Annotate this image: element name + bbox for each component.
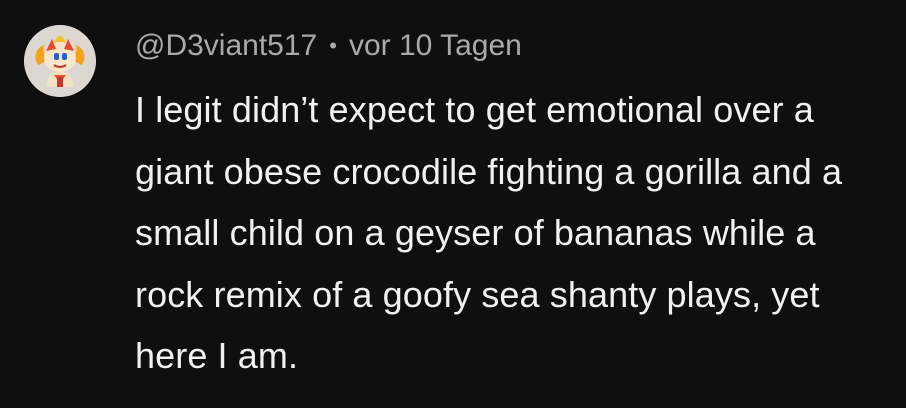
comment-item: @D3viant517 • vor 10 Tagen I legit didn’… xyxy=(0,0,906,408)
author-handle[interactable]: @D3viant517 xyxy=(135,29,317,63)
avatar-character-icon xyxy=(24,25,96,97)
meta-separator: • xyxy=(329,33,337,58)
comment-text: I legit didn’t expect to get emotional o… xyxy=(135,89,843,376)
avatar[interactable] xyxy=(24,25,96,97)
comment-timestamp[interactable]: vor 10 Tagen xyxy=(349,29,522,63)
comment-header: @D3viant517 • vor 10 Tagen xyxy=(135,26,522,66)
